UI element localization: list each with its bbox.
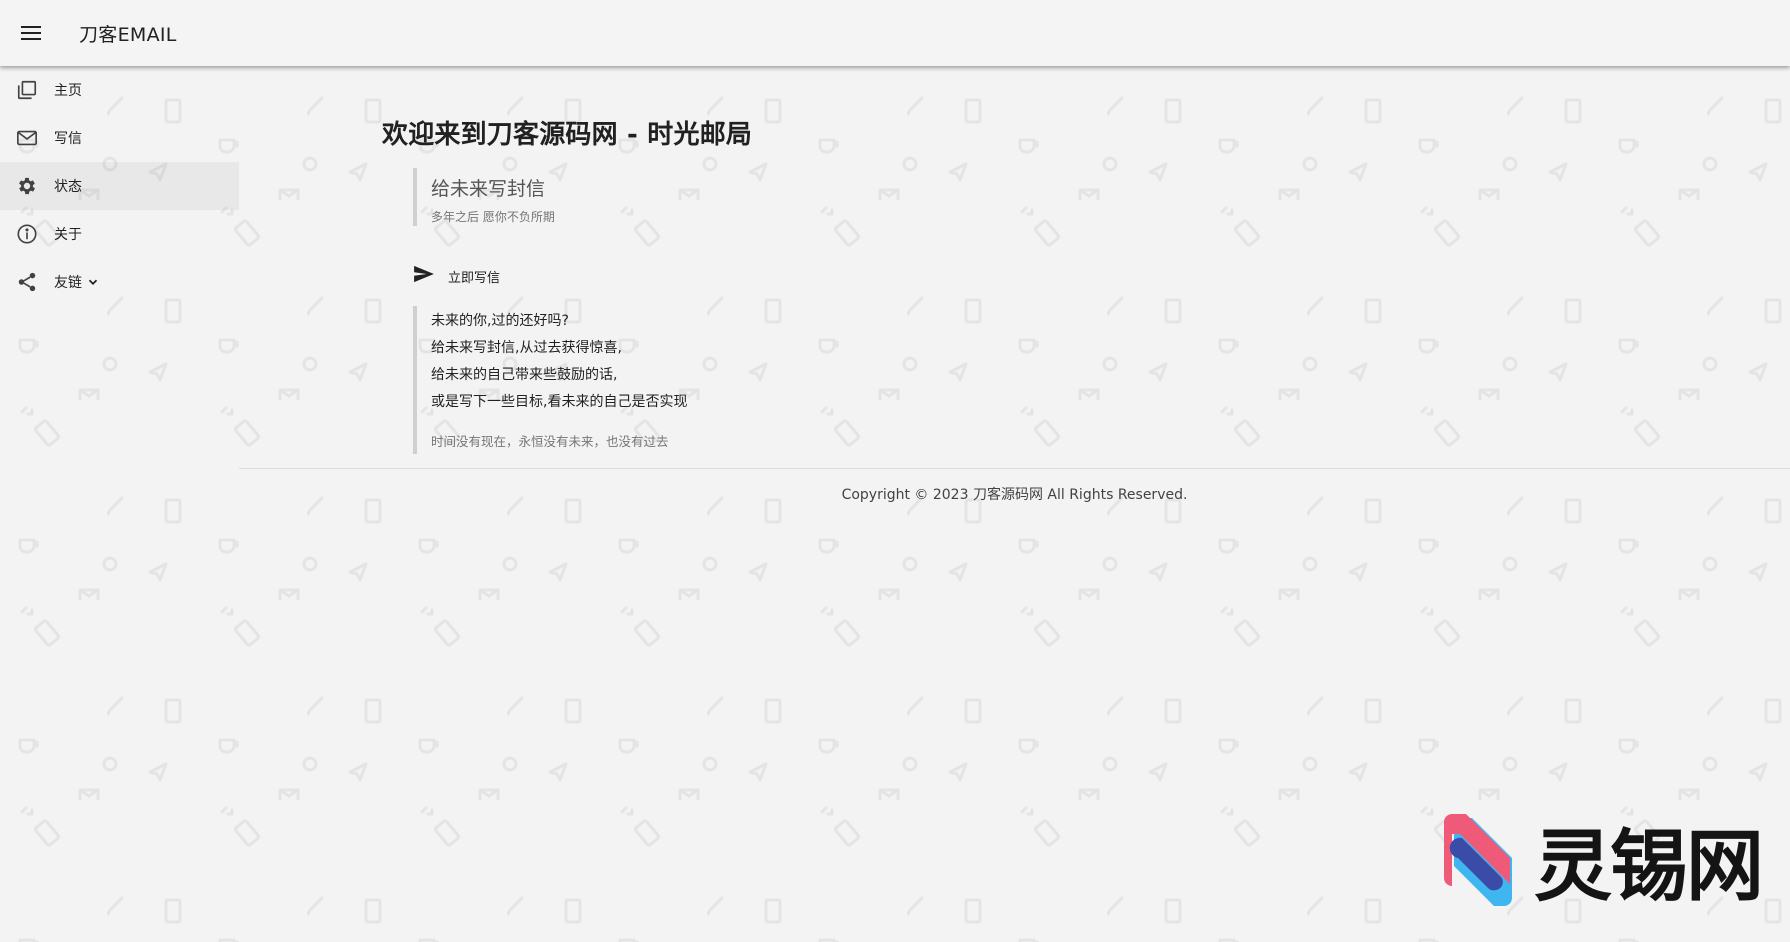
poem-line: 给未来的自己带来些鼓励的话, xyxy=(431,367,618,383)
nav-item-label: 主页 xyxy=(54,83,82,99)
menu-button[interactable] xyxy=(16,18,46,48)
info-icon xyxy=(15,222,39,246)
menu-icon xyxy=(21,26,41,40)
poem-line: 或是写下一些目标,看未来的自己是否实现 xyxy=(431,394,688,410)
watermark-logo: 灵锡网 xyxy=(1440,812,1770,912)
intro-quote: 给未来写封信 多年之后 愿你不负所期 xyxy=(413,168,813,226)
pages-icon xyxy=(15,78,39,102)
watermark-text: 灵锡网 xyxy=(1534,822,1764,912)
poem-footer: 时间没有现在，永恒没有未来，也没有过去 xyxy=(431,434,669,449)
app-title: 刀客EMAIL xyxy=(79,23,177,46)
logo-mark-icon xyxy=(1444,814,1512,906)
nav-drawer: 主页 写信 状态 关于 友链 xyxy=(0,66,239,942)
nav-item-about[interactable]: 关于 xyxy=(0,210,239,258)
poem-line: 未来的你,过的还好吗? xyxy=(431,313,569,329)
footer-divider xyxy=(239,468,1790,469)
chevron-down-icon xyxy=(86,275,100,289)
nav-item-label: 写信 xyxy=(54,131,82,147)
nav-item-home[interactable]: 主页 xyxy=(0,66,239,114)
nav-item-label: 关于 xyxy=(54,227,82,243)
nav-item-status[interactable]: 状态 xyxy=(0,162,239,210)
nav-item-label: 友链 xyxy=(54,275,82,291)
mail-icon xyxy=(15,126,39,150)
quote-heading: 给未来写封信 xyxy=(431,178,546,200)
quote-subtitle: 多年之后 愿你不负所期 xyxy=(431,210,555,224)
poem-line: 给未来写封信,从过去获得惊喜, xyxy=(431,340,622,356)
background-pattern xyxy=(0,0,1790,942)
page-title: 欢迎来到刀客源码网 - 时光邮局 xyxy=(382,120,753,150)
write-letter-button[interactable]: 立即写信 xyxy=(413,258,500,294)
app-bar: 刀客EMAIL xyxy=(0,0,1790,66)
write-letter-label: 立即写信 xyxy=(448,270,501,286)
nav-item-label: 状态 xyxy=(54,179,82,195)
send-icon xyxy=(413,265,435,287)
nav-item-write[interactable]: 写信 xyxy=(0,114,239,162)
share-icon xyxy=(15,270,39,294)
poem-quote: 未来的你,过的还好吗? 给未来写封信,从过去获得惊喜, 给未来的自己带来些鼓励的… xyxy=(413,306,833,454)
gear-icon xyxy=(15,174,39,198)
copyright-text: Copyright © 2023 刀客源码网 All Rights Reserv… xyxy=(841,487,1188,503)
nav-item-links[interactable]: 友链 xyxy=(0,258,239,306)
